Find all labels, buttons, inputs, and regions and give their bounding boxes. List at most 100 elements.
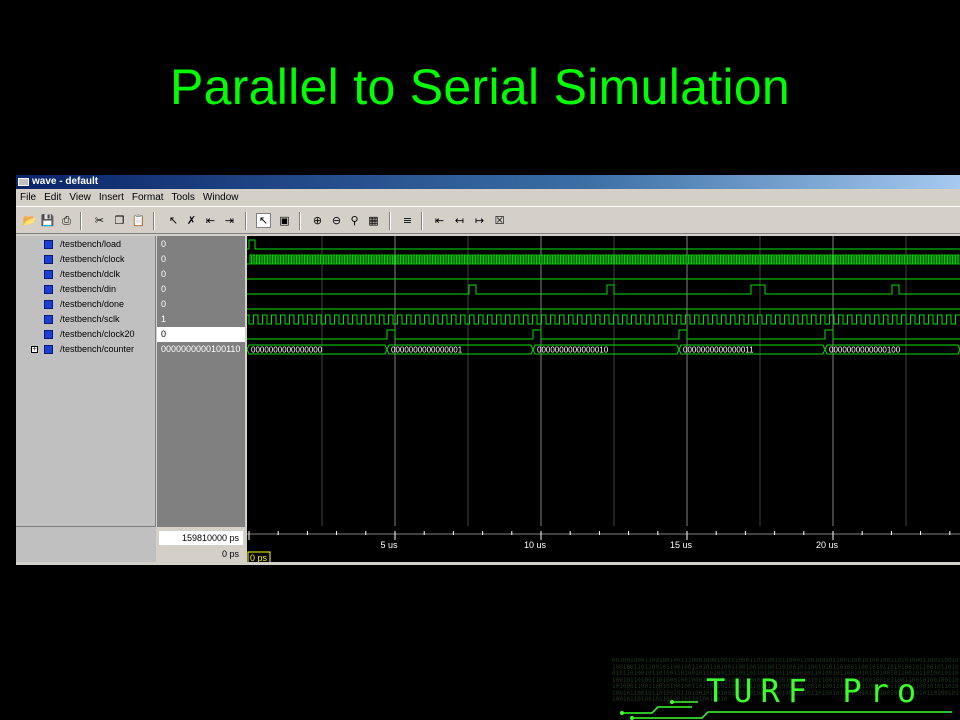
signal-name: /testbench/dclk (60, 269, 121, 279)
signal-name: /testbench/sclk (60, 314, 120, 324)
window-title: wave - default (32, 176, 99, 187)
copy-icon[interactable]: ❐ (112, 213, 127, 228)
signal-value: 0 (161, 269, 167, 279)
waveform-canvas: 0000000000000000 0000000000000001 00000000… (247, 236, 960, 526)
toolbar-separator (421, 212, 423, 230)
wave-clock20 (247, 329, 960, 340)
counter-value-label: 0000000000000001 (391, 346, 463, 355)
expand-plus-icon[interactable]: + (31, 346, 38, 353)
timeline-axis: 5 us 10 us 15 us 20 us0 ps (247, 531, 960, 564)
timeline-label: 15 us (670, 540, 693, 550)
toolbar-separator (153, 212, 155, 230)
zoom-in-icon[interactable]: ⊕ (310, 213, 325, 228)
cursor-names-pane (16, 526, 156, 565)
next-edge-icon[interactable]: ↦ (472, 213, 487, 228)
horizontal-scrollbar[interactable] (16, 562, 960, 565)
signal-row[interactable]: /testbench/dclk (16, 267, 156, 282)
zoom-full-icon[interactable]: ⚲ (347, 213, 362, 228)
signal-icon (44, 330, 53, 339)
cursor-time: 159810000 ps (159, 531, 243, 545)
timeline-label: 20 us (816, 540, 839, 550)
cut-icon[interactable]: ✂ (92, 213, 107, 228)
toolbar-separator (299, 212, 301, 230)
signal-icon (44, 345, 53, 354)
cursor-values-pane: 159810000 ps 0 ps (157, 526, 245, 565)
signal-name: /testbench/clock (60, 254, 125, 264)
stop-icon[interactable]: ☒ (492, 213, 507, 228)
menu-bar: File Edit View Insert Format Tools Window (16, 189, 960, 206)
signal-names-pane: /testbench/load /testbench/clock /testbe… (16, 236, 156, 526)
signal-name: /testbench/clock20 (60, 329, 135, 339)
wave-window: wave - default File Edit View Insert Format T… (16, 175, 960, 565)
signal-icon (44, 315, 53, 324)
waveform-pane[interactable]: 0000000000000000 0000000000000001 00000000… (247, 236, 960, 526)
signal-name: /testbench/load (60, 239, 122, 249)
menu-tools[interactable]: Tools (168, 189, 199, 206)
wave-sclk (247, 314, 960, 325)
timeline-label: 5 us (380, 540, 398, 550)
signal-icon (44, 270, 53, 279)
menu-format[interactable]: Format (128, 189, 168, 206)
signal-value[interactable]: 0 (157, 327, 245, 342)
counter-value-label: 0000000000000010 (537, 346, 609, 355)
signal-icon (44, 300, 53, 309)
prev-edge-icon[interactable]: ↤ (452, 213, 467, 228)
menu-insert[interactable]: Insert (95, 189, 128, 206)
zoom-fit-icon[interactable]: ▦ (366, 213, 381, 228)
slide-title: Parallel to Serial Simulation (169, 59, 791, 115)
save-icon[interactable]: 💾 (40, 213, 55, 228)
toolbar-separator (389, 212, 391, 230)
counter-value-label: 0000000000000000 (251, 346, 323, 355)
signal-value: 0 (161, 254, 167, 264)
menu-view[interactable]: View (65, 189, 95, 206)
signal-name: /testbench/done (60, 299, 125, 309)
select-icon[interactable]: ↖ (166, 213, 181, 228)
insert-cursor-icon[interactable]: ⇤ (203, 213, 218, 228)
signal-value: 0 (161, 284, 167, 294)
open-file-icon[interactable]: 📂 (22, 213, 37, 228)
wave-app-icon (18, 178, 29, 186)
cursor-start-time: 0 ps (221, 549, 239, 559)
menu-window[interactable]: Window (199, 189, 243, 206)
counter-value-label: 0000000000000100 (829, 346, 901, 355)
signal-icon (44, 285, 53, 294)
menu-file[interactable]: File (16, 189, 40, 206)
wave-clock (247, 254, 960, 265)
signal-row[interactable]: /testbench/clock20 (16, 327, 156, 342)
first-edge-icon[interactable]: ⇤ (432, 213, 447, 228)
signal-value: 0000000000100110 (161, 344, 241, 354)
signal-name: /testbench/din (60, 284, 117, 294)
toolbar-separator (245, 212, 247, 230)
logo-text: TURF Pro (706, 672, 925, 710)
signal-values-pane: 0 0 0 0 0 1 0 0000000000100110 (157, 236, 245, 526)
signal-name: /testbench/counter (60, 344, 135, 354)
wave-load (247, 239, 960, 250)
signal-value: 0 (161, 239, 167, 249)
pointer-icon[interactable]: ↖ (256, 213, 271, 228)
signal-row[interactable]: /testbench/load (16, 237, 156, 252)
toolbar: 📂 💾 ⎙ ✂ ❐ 📋 ↖ ✗ ⇤ ⇥ ↖ ▣ ⊕ ⊖ ⚲ ▦ ≡ ⇤ ↤ ↦ … (16, 206, 960, 234)
signal-row[interactable]: /testbench/sclk (16, 312, 156, 327)
find-icon[interactable]: ≡ (400, 213, 415, 228)
counter-value-label: 0000000000000011 (683, 346, 754, 355)
signal-value: 1 (161, 314, 167, 324)
signal-row[interactable]: + /testbench/counter (16, 342, 156, 357)
paste-icon[interactable]: 📋 (131, 213, 146, 228)
wave-din (247, 284, 960, 295)
zoom-area-icon[interactable]: ▣ (277, 213, 292, 228)
menu-edit[interactable]: Edit (40, 189, 65, 206)
window-titlebar[interactable]: wave - default (16, 175, 960, 189)
timeline-pane[interactable]: 5 us 10 us 15 us 20 us 0 ps (247, 526, 960, 565)
toolbar-separator (80, 212, 82, 230)
signal-row[interactable]: /testbench/done (16, 297, 156, 312)
signal-row[interactable]: /testbench/din (16, 282, 156, 297)
signal-icon (44, 240, 53, 249)
zoom-out-icon[interactable]: ⊖ (329, 213, 344, 228)
print-icon[interactable]: ⎙ (59, 213, 74, 228)
timeline-label: 10 us (524, 540, 547, 550)
delete-cursor-icon[interactable]: ⇥ (222, 213, 237, 228)
signal-value: 0 (161, 299, 167, 309)
signal-row[interactable]: /testbench/clock (16, 252, 156, 267)
delete-icon[interactable]: ✗ (184, 213, 199, 228)
turf-pro-logo: 0010010001100100100111000100010010100011… (612, 658, 960, 720)
